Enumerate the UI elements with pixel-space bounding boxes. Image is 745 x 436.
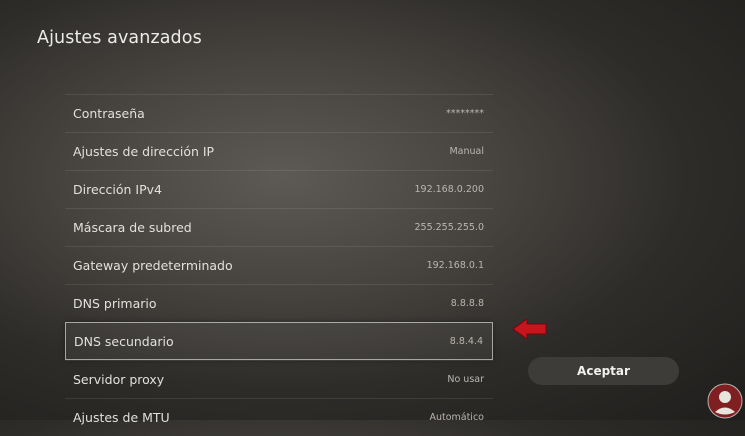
row-label: Ajustes de dirección IP	[73, 144, 215, 159]
row-label: Dirección IPv4	[73, 182, 162, 197]
row-label: Contraseña	[73, 106, 145, 121]
row-label: Gateway predeterminado	[73, 258, 233, 273]
row-value: 8.8.8.8	[450, 298, 484, 309]
row-label: DNS secundario	[74, 334, 174, 349]
row-label: DNS primario	[73, 296, 157, 311]
arrow-left-icon	[512, 318, 547, 340]
accept-button[interactable]: Aceptar	[528, 357, 679, 385]
row-value: No usar	[447, 374, 484, 385]
row-value: 255.255.255.0	[414, 222, 484, 233]
settings-row-gateway[interactable]: Gateway predeterminado 192.168.0.1	[65, 246, 493, 284]
settings-row-subnet-mask[interactable]: Máscara de subred 255.255.255.0	[65, 208, 493, 246]
settings-row-ip-settings[interactable]: Ajustes de dirección IP Manual	[65, 132, 493, 170]
row-label: Máscara de subred	[73, 220, 192, 235]
page-title: Ajustes avanzados	[37, 28, 202, 48]
settings-row-primary-dns[interactable]: DNS primario 8.8.8.8	[65, 284, 493, 322]
row-label: Ajustes de MTU	[73, 410, 170, 425]
row-value: Automático	[429, 412, 484, 423]
settings-list: Contraseña ******** Ajustes de dirección…	[65, 94, 493, 436]
row-value: Manual	[449, 146, 484, 157]
row-value: 192.168.0.200	[414, 184, 484, 195]
solvetic-logo-icon	[707, 383, 743, 419]
settings-row-mtu[interactable]: Ajustes de MTU Automático	[65, 398, 493, 436]
settings-row-proxy-server[interactable]: Servidor proxy No usar	[65, 360, 493, 398]
row-value: ********	[446, 108, 484, 119]
row-value: 8.8.4.4	[449, 336, 483, 347]
row-label: Servidor proxy	[73, 372, 165, 387]
row-value: 192.168.0.1	[426, 260, 484, 271]
settings-row-secondary-dns[interactable]: DNS secundario 8.8.4.4	[65, 322, 493, 360]
settings-row-password[interactable]: Contraseña ********	[65, 94, 493, 132]
settings-row-ipv4[interactable]: Dirección IPv4 192.168.0.200	[65, 170, 493, 208]
